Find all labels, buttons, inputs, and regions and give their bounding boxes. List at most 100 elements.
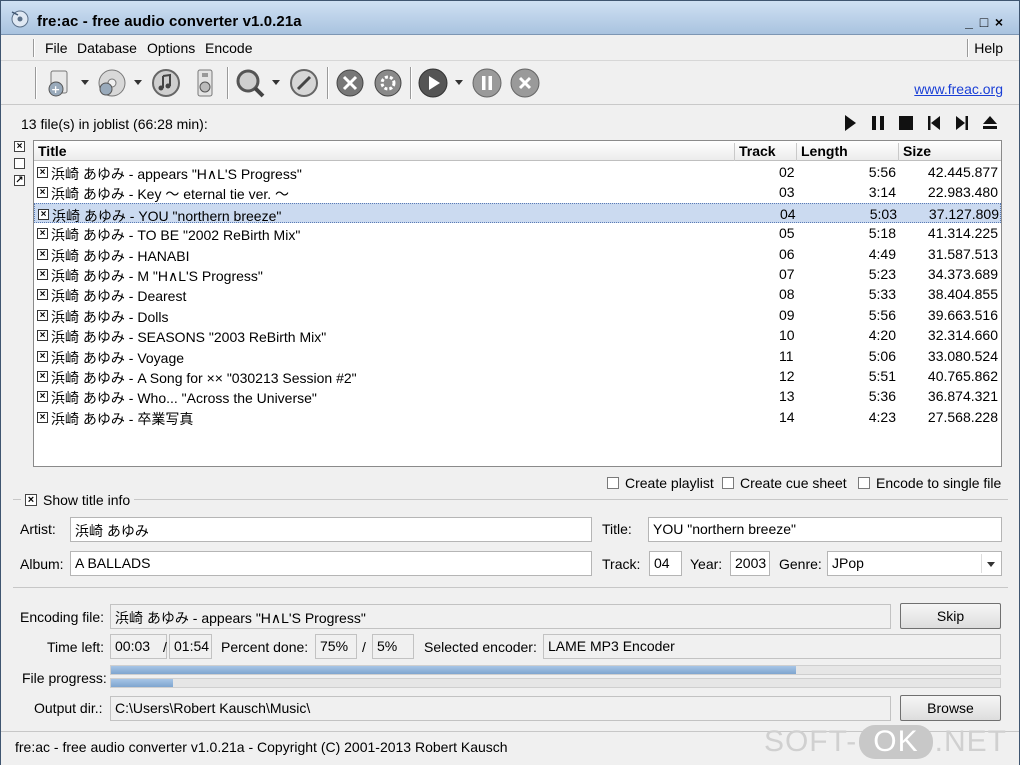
row-title: 浜崎 あゆみ - Key ～ eternal tie ver. ～	[51, 186, 290, 203]
close-button[interactable]: ×	[993, 15, 1005, 29]
start-encoding-dropdown-icon[interactable]	[455, 80, 463, 85]
search-dropdown-icon[interactable]	[272, 80, 280, 85]
table-row[interactable]: × 浜崎 あゆみ - Dearest 08 5:33 38.404.855	[34, 284, 1001, 304]
row-checkbox[interactable]: ×	[37, 371, 48, 382]
joblist-table[interactable]: Title Track Length Size × 浜崎 あゆみ - appear…	[33, 140, 1002, 467]
menu-encode[interactable]: Encode	[205, 40, 252, 56]
row-size: 34.373.689	[927, 266, 998, 282]
year-field[interactable]: 2003	[730, 551, 770, 576]
track-field[interactable]: 04	[649, 551, 682, 576]
freac-website-link[interactable]: www.freac.org	[914, 81, 1003, 97]
row-length: 4:23	[868, 408, 896, 425]
create-playlist-option[interactable]: Create playlist	[607, 475, 714, 491]
column-track[interactable]: Track	[734, 143, 796, 161]
table-row[interactable]: × 浜崎 あゆみ - appears "H∧L'S Progress" 02 5:56…	[34, 162, 1001, 182]
menu-help[interactable]: Help	[974, 40, 1003, 56]
create-cue-sheet-option[interactable]: Create cue sheet	[722, 475, 847, 491]
table-row[interactable]: × 浜崎 あゆみ - SEASONS "2003 ReBirth Mix" 10 4:…	[34, 325, 1001, 345]
skip-button[interactable]: Skip	[900, 603, 1001, 629]
row-checkbox[interactable]: ×	[37, 289, 48, 301]
stop-icon[interactable]	[897, 114, 915, 132]
next-track-icon[interactable]	[953, 114, 971, 132]
table-row[interactable]: × 浜崎 あゆみ - Who... "Across the Universe" 13…	[34, 386, 1001, 406]
pause-icon[interactable]	[869, 114, 887, 132]
row-checkbox[interactable]: ×	[37, 330, 48, 342]
encoding-file-label: Encoding file:	[20, 609, 105, 625]
column-length[interactable]: Length	[796, 143, 898, 161]
previous-track-icon[interactable]	[925, 114, 943, 132]
table-row[interactable]: × 浜崎 あゆみ - YOU "northern breeze" 04 5:03 37.…	[34, 202, 1001, 224]
show-title-info-checkbox[interactable]: ×	[25, 494, 37, 506]
row-checkbox[interactable]: ×	[37, 350, 48, 362]
row-checkbox[interactable]: ×	[38, 208, 49, 220]
status-text: fre:ac - free audio converter v1.0.21a -…	[15, 739, 508, 755]
table-row[interactable]: × 浜崎 あゆみ - A Song for ×× "030213 Session …	[34, 366, 1001, 386]
row-checkbox[interactable]: ×	[37, 269, 48, 280]
play-icon[interactable]	[841, 114, 859, 132]
title-field[interactable]: YOU "northern breeze"	[648, 517, 1002, 542]
toolbar-grip	[35, 67, 37, 99]
row-checkbox[interactable]: ×	[37, 309, 48, 321]
menu-database[interactable]: Database	[77, 40, 137, 56]
row-size: 41.314.225	[927, 225, 998, 242]
table-row[interactable]: × 浜崎 あゆみ - TO BE "2002 ReBirth Mix" 05 5:18…	[34, 223, 1001, 243]
svg-text:+: +	[51, 83, 60, 96]
table-row[interactable]: × 浜崎 あゆみ - 卒業写真 14 4:23 27.568.228	[34, 407, 1001, 427]
cddb-submit-icon[interactable]	[189, 67, 221, 99]
table-row[interactable]: × 浜崎 あゆみ - Dolls 09 5:56 39.663.516	[34, 305, 1001, 325]
row-checkbox[interactable]: ×	[37, 411, 48, 423]
menu-options[interactable]: Options	[147, 40, 195, 56]
pause-encoding-icon[interactable]	[471, 67, 503, 99]
percent-separator: /	[362, 639, 366, 655]
time-separator: /	[163, 639, 167, 655]
table-row[interactable]: × 浜崎 あゆみ - HANABI 06 4:49 31.587.513	[34, 244, 1001, 264]
add-cd-icon[interactable]	[96, 67, 128, 99]
add-files-dropdown-icon[interactable]	[81, 80, 89, 85]
select-all-checkbox[interactable]: ×	[14, 141, 25, 152]
menu-file[interactable]: File	[45, 40, 68, 56]
add-cd-dropdown-icon[interactable]	[134, 80, 142, 85]
album-field[interactable]: A BALLADS	[70, 551, 592, 576]
table-row[interactable]: × 浜崎 あゆみ - Voyage 11 5:06 33.080.524	[34, 346, 1001, 366]
start-encoding-icon[interactable]	[417, 67, 449, 99]
row-checkbox[interactable]: ×	[37, 248, 48, 260]
table-row[interactable]: × 浜崎 あゆみ - M "H∧L'S Progress" 07 5:23 34.373…	[34, 264, 1001, 284]
browse-button[interactable]: Browse	[900, 695, 1001, 721]
eject-icon[interactable]	[981, 114, 999, 132]
encode-single-option[interactable]: Encode to single file	[858, 475, 1001, 491]
create-playlist-checkbox[interactable]	[607, 477, 619, 489]
soft-ok-watermark: SOFT- OK .NET	[764, 725, 1007, 759]
minimize-button[interactable]: _	[963, 15, 975, 29]
stop-encoding-icon[interactable]	[509, 67, 541, 99]
row-length: 5:51	[868, 368, 896, 384]
artist-field[interactable]: 浜崎 あゆみ	[70, 517, 592, 542]
add-files-icon[interactable]: +	[43, 67, 75, 99]
column-title[interactable]: Title	[34, 143, 67, 161]
player-controls	[841, 114, 999, 132]
table-row[interactable]: × 浜崎 あゆみ - Key ～ eternal tie ver. ～ 03 3:14…	[34, 182, 1001, 202]
configure-general-icon[interactable]	[334, 67, 366, 99]
search-icon[interactable]	[234, 67, 266, 99]
genre-select[interactable]: JPop	[827, 551, 1002, 576]
row-length: 4:20	[868, 327, 896, 344]
show-title-info-toggle[interactable]: × Show title info	[21, 492, 135, 508]
cddb-query-icon[interactable]	[150, 67, 182, 99]
file-progress-label: File progress:	[22, 670, 107, 686]
maximize-button[interactable]: □	[978, 15, 990, 29]
cd-info-icon[interactable]	[288, 67, 320, 99]
row-title: 浜崎 あゆみ - SEASONS "2003 ReBirth Mix"	[51, 329, 327, 346]
percent-total-field: 5%	[372, 634, 414, 659]
row-checkbox[interactable]: ×	[37, 167, 48, 178]
column-size[interactable]: Size	[898, 143, 1003, 161]
row-checkbox[interactable]: ×	[37, 187, 48, 199]
toggle-selection-checkbox[interactable]: ↗	[14, 175, 25, 186]
select-none-checkbox[interactable]	[14, 158, 25, 169]
selection-tools: × ↗	[14, 141, 28, 192]
configure-encoder-icon[interactable]	[372, 67, 404, 99]
create-cue-sheet-checkbox[interactable]	[722, 477, 734, 489]
row-checkbox[interactable]: ×	[37, 391, 48, 403]
chevron-down-icon[interactable]	[981, 554, 999, 573]
row-checkbox[interactable]: ×	[37, 228, 48, 240]
row-title: 浜崎 あゆみ - M "H∧L'S Progress"	[51, 268, 263, 284]
encode-single-checkbox[interactable]	[858, 477, 870, 489]
